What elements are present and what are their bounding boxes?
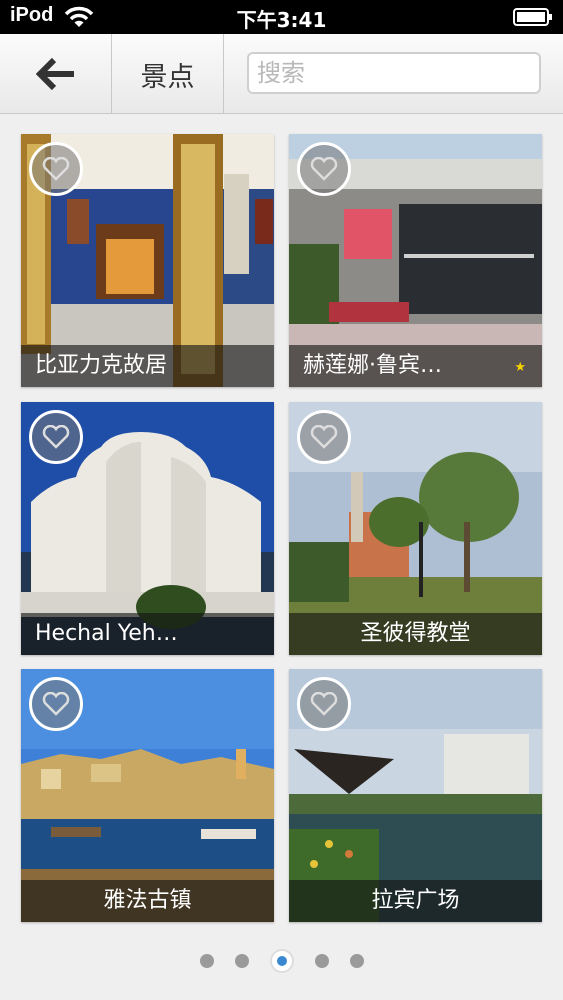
page-dot-3-current[interactable]	[269, 949, 294, 973]
favorite-button[interactable]	[29, 410, 83, 464]
attraction-name: Hechal Yeh…	[21, 613, 274, 655]
page-dot-1[interactable]	[199, 954, 214, 968]
star-icon: ★	[514, 360, 526, 375]
attraction-card[interactable]: 拉宾广场	[289, 669, 542, 922]
back-button[interactable]	[0, 34, 112, 114]
nav-header: 景点	[0, 34, 563, 114]
page-dot-5[interactable]	[349, 954, 364, 968]
heart-icon	[42, 425, 70, 449]
attraction-card[interactable]: 雅法古镇	[21, 669, 274, 922]
search-input[interactable]	[247, 52, 541, 94]
heart-icon	[42, 692, 70, 716]
heart-icon	[310, 692, 338, 716]
heart-icon	[42, 157, 70, 181]
clock: 下午3:41	[236, 8, 327, 32]
favorite-button[interactable]	[297, 677, 351, 731]
favorite-button[interactable]	[297, 410, 351, 464]
arrow-left-icon	[35, 57, 74, 91]
heart-icon	[310, 157, 338, 181]
favorite-button[interactable]	[29, 677, 83, 731]
attraction-name: 比亚力克故居	[21, 345, 274, 387]
favorite-button[interactable]	[297, 142, 351, 196]
attraction-name: 雅法古镇	[21, 880, 274, 922]
attraction-name: 拉宾广场	[289, 880, 542, 922]
attraction-card[interactable]: Hechal Yeh…	[21, 402, 274, 655]
heart-icon	[310, 425, 338, 449]
attraction-card[interactable]: 比亚力克故居	[21, 134, 274, 387]
attraction-card[interactable]: 圣彼得教堂	[289, 402, 542, 655]
favorite-button[interactable]	[29, 142, 83, 196]
page-dot-2[interactable]	[234, 954, 249, 968]
page-title: 景点	[112, 34, 224, 114]
status-bar: iPod 下午3:41	[0, 0, 563, 34]
page-dot-4[interactable]	[314, 954, 329, 968]
attraction-name: 圣彼得教堂	[289, 613, 542, 655]
page-indicator	[0, 948, 563, 974]
attraction-card[interactable]: 赫莲娜·鲁宾… ★	[289, 134, 542, 387]
battery-icon	[513, 8, 552, 26]
attraction-name: 赫莲娜·鲁宾…	[289, 345, 542, 387]
